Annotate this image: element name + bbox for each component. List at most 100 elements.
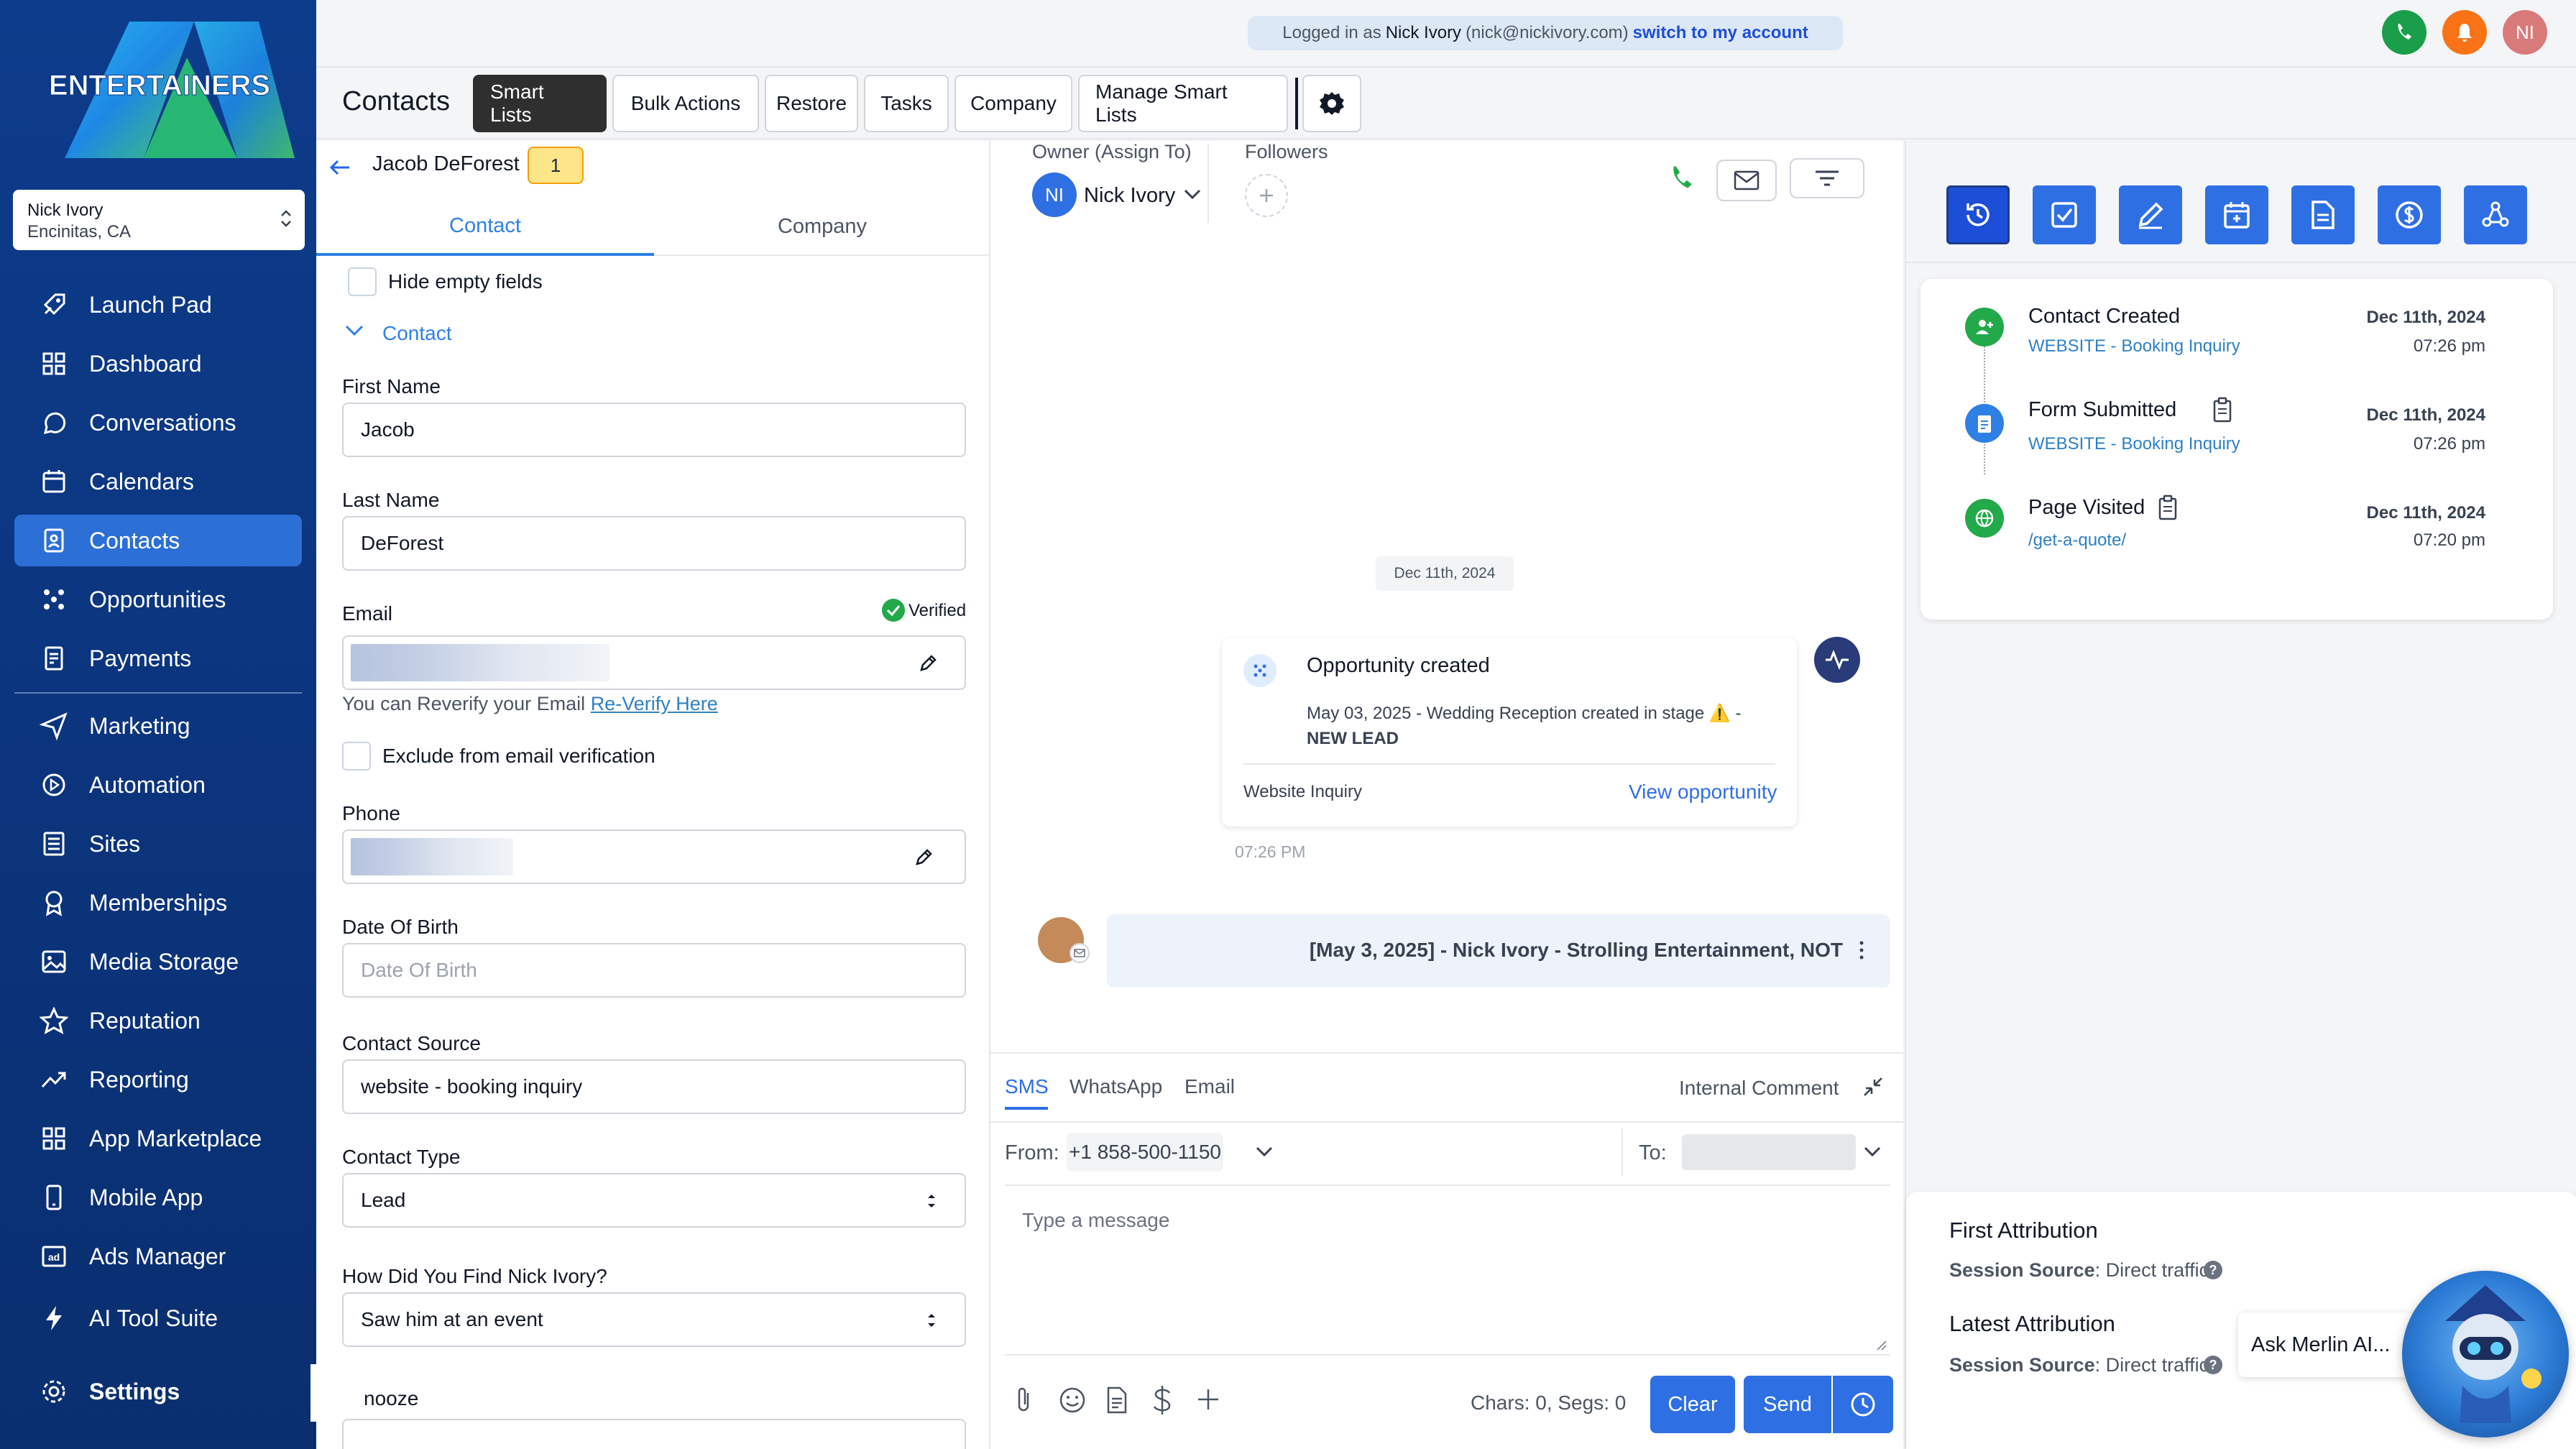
tab-company[interactable]: Company bbox=[654, 198, 989, 256]
note-bubble[interactable]: [May 3, 2025] - Nick Ivory - Strolling E… bbox=[1107, 914, 1890, 988]
nav-automation[interactable]: Automation bbox=[14, 759, 302, 811]
hide-empty-label: Hide empty fields bbox=[388, 270, 543, 293]
contact-section-label[interactable]: Contact bbox=[382, 322, 452, 345]
document-icon[interactable] bbox=[1104, 1386, 1130, 1414]
nav-conversations[interactable]: Conversations bbox=[14, 397, 302, 448]
snooze-field[interactable] bbox=[342, 1419, 966, 1449]
plus-icon[interactable] bbox=[1196, 1387, 1220, 1412]
owner-select[interactable]: Nick Ivory bbox=[1084, 184, 1175, 208]
contact-type-select[interactable]: Lead bbox=[342, 1173, 966, 1228]
clipboard-icon[interactable] bbox=[2158, 494, 2178, 520]
chevron-down-icon[interactable] bbox=[344, 323, 365, 338]
add-follower-button[interactable] bbox=[1245, 174, 1288, 217]
tasks-button[interactable]: Tasks bbox=[864, 75, 949, 132]
nav-contacts[interactable]: Contacts bbox=[14, 515, 302, 566]
internal-comment-tab[interactable]: Internal Comment bbox=[1679, 1077, 1839, 1100]
pencil-icon[interactable] bbox=[917, 653, 939, 674]
documents-tab-button[interactable] bbox=[2291, 185, 2355, 244]
appointments-tab-button[interactable] bbox=[2205, 185, 2268, 244]
session-source-label: Session Source bbox=[1949, 1354, 2095, 1376]
phone-field[interactable] bbox=[342, 829, 966, 884]
send-button[interactable]: Send bbox=[1744, 1376, 1831, 1433]
to-recipient-field[interactable] bbox=[1682, 1134, 1856, 1170]
phone-call-icon[interactable] bbox=[1666, 162, 1698, 194]
emoji-icon[interactable] bbox=[1058, 1386, 1087, 1414]
dollar-icon[interactable] bbox=[1150, 1384, 1174, 1416]
nav-memberships[interactable]: Memberships bbox=[14, 877, 302, 929]
nav-dashboard[interactable]: Dashboard bbox=[14, 338, 302, 390]
more-vertical-icon[interactable] bbox=[1859, 940, 1864, 960]
chevron-updown-icon bbox=[924, 1308, 939, 1333]
nav-label: Marketing bbox=[89, 712, 190, 739]
help-circle-icon[interactable]: ? bbox=[2202, 1259, 2224, 1281]
notes-tab-button[interactable] bbox=[2119, 185, 2182, 244]
reverify-link[interactable]: Re-Verify Here bbox=[591, 693, 718, 714]
nav-opportunities[interactable]: Opportunities bbox=[14, 574, 302, 625]
brand-logo[interactable]: ENTERTAINERS bbox=[22, 14, 298, 165]
chevron-down-icon[interactable] bbox=[1863, 1146, 1882, 1159]
from-number-select[interactable]: +1 858-500-1150 bbox=[1067, 1133, 1223, 1172]
restore-button[interactable]: Restore bbox=[765, 75, 858, 132]
nav-payments[interactable]: Payments bbox=[14, 632, 302, 684]
bulk-actions-button[interactable]: Bulk Actions bbox=[612, 75, 759, 132]
collapse-icon[interactable] bbox=[1862, 1075, 1885, 1098]
chevron-down-icon[interactable] bbox=[1183, 188, 1202, 201]
nav-calendars[interactable]: Calendars bbox=[14, 456, 302, 507]
nav-ads-manager[interactable]: ad Ads Manager bbox=[14, 1230, 302, 1282]
hide-empty-checkbox[interactable] bbox=[348, 267, 377, 296]
nav-mobile-app[interactable]: Mobile App bbox=[14, 1172, 302, 1223]
payments-tab-button[interactable] bbox=[2378, 185, 2441, 244]
merlin-ai-avatar[interactable] bbox=[2402, 1271, 2569, 1438]
find-select[interactable]: Saw him at an event bbox=[342, 1292, 966, 1347]
nav-ai-tool-suite[interactable]: AI Tool Suite bbox=[14, 1292, 302, 1344]
nav-media-storage[interactable]: Media Storage bbox=[14, 936, 302, 988]
activity-subtitle[interactable]: WEBSITE - Booking Inquiry bbox=[2028, 434, 2240, 454]
activity-subtitle[interactable]: /get-a-quote/ bbox=[2028, 530, 2126, 551]
nav-settings[interactable]: Settings bbox=[14, 1366, 302, 1417]
clipboard-icon[interactable] bbox=[2212, 397, 2232, 423]
contact-source-field[interactable]: website - booking inquiry bbox=[342, 1059, 966, 1114]
smart-lists-button[interactable]: Smart Lists bbox=[473, 75, 607, 132]
user-avatar[interactable]: NI bbox=[2503, 10, 2547, 55]
nav-sites[interactable]: Sites bbox=[14, 818, 302, 870]
manage-smart-lists-button[interactable]: Manage Smart Lists bbox=[1078, 75, 1288, 132]
call-button[interactable] bbox=[2382, 10, 2426, 55]
company-button[interactable]: Company bbox=[954, 75, 1072, 132]
clear-button[interactable]: Clear bbox=[1650, 1376, 1735, 1433]
tab-whatsapp[interactable]: WhatsApp bbox=[1070, 1075, 1162, 1098]
view-opportunity-link[interactable]: View opportunity bbox=[1629, 781, 1777, 804]
exclude-verification-checkbox[interactable] bbox=[342, 742, 371, 770]
resize-handle-icon[interactable] bbox=[1874, 1338, 1887, 1351]
pencil-icon[interactable] bbox=[913, 847, 934, 868]
schedule-send-button[interactable] bbox=[1833, 1376, 1893, 1433]
nav-launch-pad[interactable]: Launch Pad bbox=[14, 279, 302, 331]
message-textarea[interactable]: Type a message bbox=[1005, 1184, 1890, 1356]
switch-account-link[interactable]: switch to my account bbox=[1633, 23, 1808, 43]
ask-merlin-bubble[interactable]: Ask Merlin AI... bbox=[2238, 1312, 2414, 1377]
nav-reputation[interactable]: Reputation bbox=[14, 995, 302, 1046]
tab-sms[interactable]: SMS bbox=[1005, 1075, 1049, 1098]
back-arrow-icon[interactable] bbox=[328, 157, 352, 178]
tasks-tab-button[interactable] bbox=[2033, 185, 2096, 244]
email-field[interactable] bbox=[342, 635, 966, 690]
dob-field[interactable]: Date Of Birth bbox=[342, 943, 966, 998]
activity-tab-button[interactable] bbox=[1946, 185, 2010, 244]
nav-marketing[interactable]: Marketing bbox=[14, 700, 302, 752]
nav-app-marketplace[interactable]: App Marketplace bbox=[14, 1113, 302, 1164]
first-name-field[interactable]: Jacob bbox=[342, 402, 966, 457]
last-name-field[interactable]: DeForest bbox=[342, 516, 966, 571]
filter-button[interactable] bbox=[1790, 158, 1864, 198]
account-switcher[interactable]: Nick Ivory Encinitas, CA bbox=[13, 190, 305, 250]
nav-reporting[interactable]: Reporting bbox=[14, 1054, 302, 1105]
workflows-tab-button[interactable] bbox=[2464, 185, 2527, 244]
activity-subtitle[interactable]: WEBSITE - Booking Inquiry bbox=[2028, 336, 2240, 356]
tab-email[interactable]: Email bbox=[1184, 1075, 1235, 1098]
notifications-button[interactable] bbox=[2442, 10, 2487, 55]
tab-contact[interactable]: Contact bbox=[316, 198, 654, 256]
settings-gear-button[interactable] bbox=[1302, 75, 1361, 132]
attachment-icon[interactable] bbox=[1012, 1386, 1036, 1414]
sidebar: ENTERTAINERS Nick Ivory Encinitas, CA La… bbox=[0, 0, 316, 1449]
help-circle-icon[interactable]: ? bbox=[2202, 1354, 2224, 1376]
chevron-down-icon[interactable] bbox=[1255, 1146, 1274, 1159]
email-action-button[interactable] bbox=[1716, 160, 1777, 201]
